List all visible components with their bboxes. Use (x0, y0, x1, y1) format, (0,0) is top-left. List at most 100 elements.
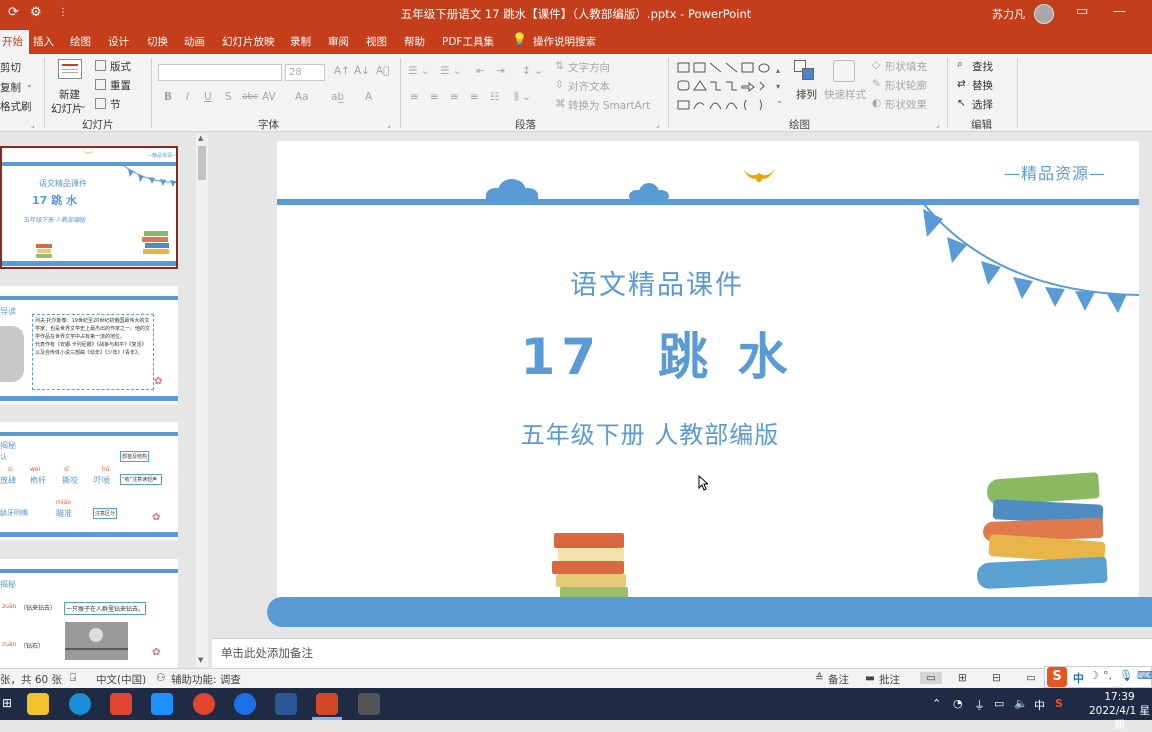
font-size-combo[interactable]: 28 (285, 64, 325, 81)
tab-transitions[interactable]: 切换 (147, 34, 168, 49)
slide-sorter-icon[interactable]: ⊞ (958, 672, 967, 684)
columns-icon[interactable]: ⫼ ⌄ (514, 91, 531, 104)
quick-styles-button[interactable]: 快速样式 (824, 87, 866, 102)
comments-icon[interactable]: ▬ (865, 672, 875, 684)
shape-fill-icon[interactable]: ◇ (872, 59, 880, 71)
network-icon[interactable]: ◔ (953, 697, 963, 710)
section-button[interactable]: 节 (110, 97, 121, 112)
gallery-up-icon[interactable]: ▴ (776, 66, 780, 75)
tab-animations[interactable]: 动画 (184, 34, 205, 49)
tab-insert[interactable]: 插入 (33, 34, 54, 49)
grow-font-icon[interactable]: A↑ (334, 65, 350, 77)
slide-grade[interactable]: 五年级下册 人教部编版 (277, 415, 1023, 450)
notes-button[interactable]: 备注 (828, 672, 849, 687)
ime-mode-indicator[interactable]: 中 (1073, 670, 1084, 686)
office-icon[interactable] (110, 693, 132, 715)
shape-effects-button[interactable]: 形状效果 (885, 97, 927, 112)
arrange-button[interactable]: 排列 (796, 87, 817, 102)
tab-home[interactable]: 开始 (0, 30, 29, 54)
reading-view-icon[interactable]: ⊟ (992, 672, 1001, 684)
chevron-down-icon[interactable]: ⌄ (80, 101, 87, 110)
align-text-icon[interactable]: ⇳ (555, 79, 564, 91)
ime-indicator[interactable]: 中 (1034, 697, 1045, 713)
tab-draw[interactable]: 绘图 (70, 34, 91, 49)
user-name[interactable]: 苏力凡 (992, 6, 1025, 22)
tab-view[interactable]: 视图 (366, 34, 387, 49)
slide-canvas[interactable]: —精品资源— 语文精品课件 17 跳 水 五年级下册 人教部编版 (277, 141, 1139, 626)
gallery-down-icon[interactable]: ▾ (776, 82, 780, 91)
thumbnail-slide-4[interactable]: 揭秘 zuān （钻来钻去） 一只猴子在人群里钻来钻去。 zuàn （钻石） ✿ (0, 559, 178, 669)
slide-subtitle[interactable]: 语文精品课件 (277, 263, 1037, 302)
file-explorer-icon[interactable] (27, 693, 49, 715)
notes-pane[interactable]: 单击此处添加备注 (212, 638, 1152, 668)
char-spacing-button[interactable]: AV (262, 91, 276, 103)
format-painter-button[interactable]: 格式刷 (0, 99, 32, 114)
spellcheck-icon[interactable]: ⍈ (70, 672, 76, 685)
align-left-icon[interactable]: ≡ (410, 91, 419, 103)
notes-icon[interactable]: ≙ (815, 672, 824, 684)
battery-icon[interactable]: ▭ (994, 697, 1004, 710)
thumbnail-slide-3[interactable]: 揭秘 认 sì 放肆 wéi 桅杆 sī 撕咬 hǔ 吓唬 龇牙咧嘴 miáo … (0, 422, 178, 540)
highlight-icon[interactable]: ab̲ (331, 91, 344, 103)
dialog-launcher-icon[interactable]: ⌟ (936, 120, 940, 129)
decrease-indent-icon[interactable]: ⇤ (476, 65, 485, 77)
scroll-down-icon[interactable]: ▼ (198, 656, 203, 664)
tab-help[interactable]: 帮助 (404, 34, 425, 49)
underline-button[interactable]: U (204, 91, 212, 103)
replace-button[interactable]: 替换 (972, 78, 993, 93)
comments-button[interactable]: 批注 (879, 672, 900, 687)
cut-button[interactable]: 剪切 (0, 60, 21, 75)
bullets-icon[interactable]: ☰ ⌄ (408, 65, 430, 77)
align-text-button[interactable]: 对齐文本 (568, 79, 610, 94)
sogou-tray-icon[interactable]: S (1055, 697, 1063, 710)
moon-icon[interactable]: ☽ (1089, 669, 1099, 682)
distributed-icon[interactable]: ☷ (490, 91, 499, 103)
layout-button[interactable]: 版式 (110, 59, 131, 74)
microphone-icon[interactable]: 🎙 (1119, 669, 1133, 682)
tell-me-search[interactable]: 操作说明搜索 (533, 34, 596, 49)
justify-icon[interactable]: ≡ (470, 91, 479, 103)
edge-icon[interactable] (69, 693, 91, 715)
tab-slideshow[interactable]: 幻灯片放映 (222, 34, 275, 49)
change-case-button[interactable]: Aa (295, 91, 309, 103)
avatar[interactable] (1034, 4, 1054, 24)
dialog-launcher-icon[interactable]: ⌟ (31, 120, 35, 129)
scrollbar-thumb[interactable] (198, 146, 206, 180)
increase-indent-icon[interactable]: ⇥ (496, 65, 505, 77)
tab-design[interactable]: 设计 (108, 34, 129, 49)
app-icon[interactable] (193, 693, 215, 715)
accessibility-icon[interactable]: ⚇ (156, 672, 165, 684)
tab-review[interactable]: 审阅 (328, 34, 349, 49)
replace-icon[interactable]: ⇄ (957, 78, 966, 90)
chevron-up-icon[interactable]: ⌃ (932, 697, 941, 710)
copy-button[interactable]: 复制 (0, 80, 21, 95)
text-direction-button[interactable]: 文字方向 (568, 60, 610, 75)
accessibility-status[interactable]: 辅助功能: 调查 (171, 672, 241, 687)
reset-button[interactable]: 重置 (110, 78, 131, 93)
find-button[interactable]: 查找 (972, 59, 993, 74)
ime-toolbar[interactable]: S 中 ☽ °, 🎙 ⌨ (1044, 666, 1152, 688)
clear-format-icon[interactable]: A⃠ (376, 65, 389, 77)
usb-icon[interactable]: ⏚ (974, 697, 985, 713)
start-icon[interactable]: ⊞ (2, 696, 12, 710)
powerpoint-icon[interactable] (316, 693, 338, 715)
app-icon[interactable] (151, 693, 173, 715)
language-indicator[interactable]: 中文(中国) (96, 672, 146, 687)
scroll-up-icon[interactable]: ▲ (198, 134, 203, 142)
convert-smartart-button[interactable]: 转换为 SmartArt (568, 98, 650, 113)
slideshow-icon[interactable]: ▭ (1026, 672, 1036, 684)
search-icon[interactable]: ⌕ (957, 58, 963, 71)
app-icon[interactable] (358, 693, 380, 715)
normal-view-icon[interactable]: ▭ (920, 672, 942, 684)
shape-fill-button[interactable]: 形状填充 (885, 59, 927, 74)
thumbnail-scrollbar[interactable]: ▲ ▼ (196, 134, 208, 667)
chevron-down-icon[interactable]: ⌄ (26, 80, 33, 89)
shrink-font-icon[interactable]: A↓ (354, 65, 370, 77)
align-center-icon[interactable]: ≡ (430, 91, 439, 103)
italic-button[interactable]: I (186, 91, 189, 103)
dialog-launcher-icon[interactable]: ⌟ (387, 120, 391, 129)
align-right-icon[interactable]: ≡ (450, 91, 459, 103)
shape-outline-button[interactable]: 形状轮廓 (885, 78, 927, 93)
clock[interactable]: 17:39 2022/4/1 星期 (1087, 690, 1152, 732)
numbering-icon[interactable]: ☰ ⌄ (440, 65, 462, 77)
